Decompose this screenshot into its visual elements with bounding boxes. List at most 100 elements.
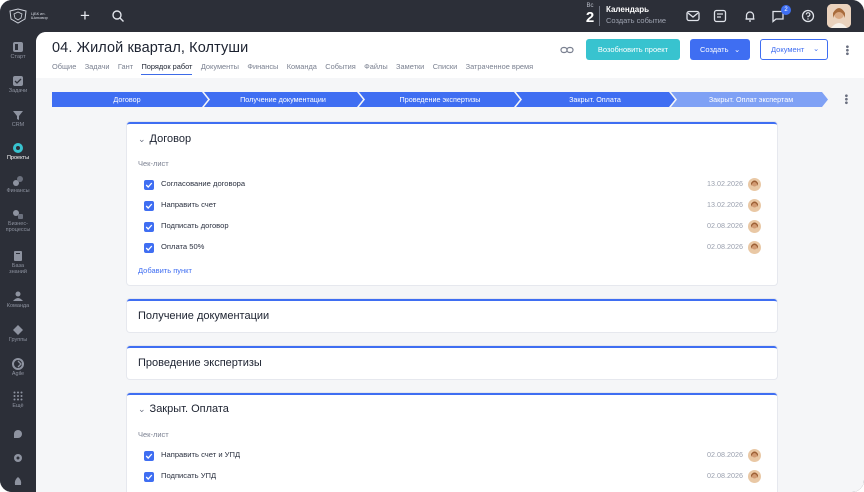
bell-icon[interactable] <box>742 8 758 24</box>
sidebar-item-business-process[interactable]: Бизнес- процессы <box>0 208 36 233</box>
mail-icon[interactable] <box>685 8 701 24</box>
document-button[interactable]: Документ ⌄ <box>760 39 828 60</box>
user-avatar[interactable] <box>827 4 851 28</box>
tasks-icon <box>13 76 23 86</box>
tab-events[interactable]: События <box>325 62 356 75</box>
tab-documents[interactable]: Документы <box>201 62 239 75</box>
tab-files[interactable]: Файлы <box>364 62 387 75</box>
checkbox-checked[interactable] <box>144 201 154 211</box>
tab-time-spent[interactable]: Затраченное время <box>466 62 533 75</box>
stage-label-contract: Договор <box>113 95 141 104</box>
tab-work-order[interactable]: Порядок работ <box>141 62 193 75</box>
company-logo[interactable]: ЦБК ин. Шиповир <box>8 6 62 26</box>
tab-gantt[interactable]: Гант <box>118 62 133 75</box>
stage-card-expertise[interactable]: Проведение экспертизы <box>127 346 777 379</box>
assignee-avatar[interactable] <box>748 178 761 191</box>
assignee-avatar[interactable] <box>748 199 761 212</box>
checklist-item-text: Оплата 50% <box>161 242 205 251</box>
notes-icon[interactable] <box>712 8 728 24</box>
more-vertical-icon[interactable]: ••• <box>841 45 852 56</box>
checklist-item: Оплата 50% 02.08.2026 <box>144 241 766 257</box>
assignee-avatar[interactable] <box>748 241 761 254</box>
tab-team[interactable]: Команда <box>287 62 317 75</box>
sidebar-item-label: База знаний <box>9 263 27 275</box>
checklist-item-text: Согласование договора <box>161 179 246 188</box>
sidebar-item-label: Бизнес- процессы <box>5 221 31 233</box>
sidebar-item-projects[interactable]: Проекты <box>0 142 36 161</box>
search-icon[interactable] <box>111 9 125 23</box>
checkbox-checked[interactable] <box>144 222 154 232</box>
checkmark-icon <box>145 182 153 188</box>
stage-label-expertise: Проведение экспертизы <box>399 95 481 104</box>
today-date[interactable]: Вс 2 <box>583 3 597 26</box>
sidebar-item-team[interactable]: Команда <box>0 290 36 309</box>
sidebar-item-label: Проекты <box>6 155 30 161</box>
tab-notes[interactable]: Заметки <box>396 62 424 75</box>
checklist-item-text: Направить счет и УПД <box>161 450 241 459</box>
reopen-project-button[interactable]: Возобновить проект <box>586 39 680 60</box>
checkbox-checked[interactable] <box>144 180 154 190</box>
settings-icon <box>14 454 22 462</box>
checkbox-checked[interactable] <box>144 472 154 482</box>
card-title: Проведение экспертизы <box>138 357 262 369</box>
checklist-item-text: Направить счет <box>161 200 217 209</box>
checkmark-icon <box>145 224 153 230</box>
tab-general[interactable]: Общие <box>52 62 76 75</box>
sidebar-item-crm[interactable]: CRM <box>0 109 36 128</box>
sidebar-item-knowledge[interactable]: База знаний <box>0 250 36 275</box>
sidebar-item-help[interactable] <box>0 428 36 441</box>
document-button-label: Документ <box>771 45 805 54</box>
more-vertical-icon[interactable]: ••• <box>840 94 851 105</box>
checkbox-checked[interactable] <box>144 243 154 253</box>
agile-icon <box>12 358 24 370</box>
tab-tasks[interactable]: Задачи <box>85 62 110 75</box>
sidebar-item-finance[interactable]: Финансы <box>0 175 36 194</box>
assignee-avatar[interactable] <box>748 220 761 233</box>
tab-finance[interactable]: Финансы <box>247 62 278 75</box>
sidebar-item-more[interactable]: Ещё <box>0 390 36 409</box>
checklist-item-date: 02.08.2026 <box>707 221 743 230</box>
add-item-link[interactable]: Добавить пункт <box>138 266 192 275</box>
checklist-item-date: 02.08.2026 <box>707 242 743 251</box>
groups-icon <box>13 325 23 335</box>
checkbox-checked[interactable] <box>144 451 154 461</box>
chevron-down-icon: ⌄ <box>138 404 146 414</box>
assignee-avatar[interactable] <box>748 449 761 462</box>
checklist-item-date: 13.02.2026 <box>707 179 743 188</box>
top-bar: ЦБК ин. Шиповир + Вс 2 Календарь Создать… <box>0 0 864 32</box>
help-circle-icon[interactable] <box>800 8 816 24</box>
project-tabs: Общие Задачи Гант Порядок работ Документ… <box>52 62 542 75</box>
sidebar-item-label: Задачи <box>8 88 28 94</box>
create-event-link[interactable]: Создать событие <box>606 15 666 27</box>
sidebar-item-label: Команда <box>6 303 30 309</box>
card-title[interactable]: ⌄ Закрыт. Оплата <box>138 403 229 415</box>
chevron-down-icon: ⌄ <box>813 44 820 53</box>
sidebar-item-groups[interactable]: Группы <box>0 324 36 343</box>
create-button-label: Создать <box>700 45 729 54</box>
divider <box>599 6 600 26</box>
link-icon[interactable] <box>560 43 574 57</box>
sidebar-item-start[interactable]: Старт <box>0 41 36 60</box>
calendar-widget[interactable]: Календарь Создать событие <box>606 5 666 27</box>
tab-lists[interactable]: Списки <box>433 62 458 75</box>
add-plus-icon[interactable]: + <box>80 7 90 24</box>
stage-label-closed-experts: Закрыт. Оплат экспертам <box>708 95 794 104</box>
stage-card-documentation[interactable]: Получение документации <box>127 299 777 332</box>
checkmark-icon <box>145 245 153 251</box>
create-button[interactable]: Создать ⌄ <box>690 39 750 60</box>
avatar-portrait-icon <box>751 180 758 187</box>
assignee-avatar[interactable] <box>748 470 761 483</box>
knowledge-icon <box>14 251 22 261</box>
sidebar-item-settings[interactable] <box>0 452 36 465</box>
team-icon <box>13 291 23 301</box>
sidebar-item-tasks[interactable]: Задачи <box>0 75 36 94</box>
sidebar: Старт Задачи CRM Проекты Финансы Бизнес-… <box>0 32 36 492</box>
logo-icon <box>9 8 27 24</box>
sidebar-item-label: Группы <box>8 337 28 343</box>
card-title: Получение документации <box>138 310 270 322</box>
sidebar-item-rocket[interactable] <box>0 476 36 489</box>
sidebar-item-agile[interactable]: Agile <box>0 358 36 377</box>
card-title[interactable]: ⌄ Договор <box>138 133 191 145</box>
business-process-icon <box>13 210 23 219</box>
more-grid-icon <box>13 391 23 401</box>
